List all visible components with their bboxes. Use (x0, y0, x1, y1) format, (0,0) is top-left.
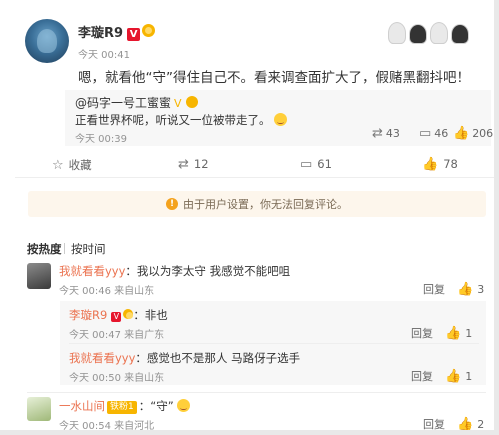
window-edge (0, 430, 499, 435)
star-icon: ☆ (52, 157, 64, 173)
like-icon: 👍 (453, 126, 470, 141)
like-icon: 👍 (422, 156, 439, 172)
comment-like-count: 2 (477, 417, 485, 431)
divider (27, 392, 486, 393)
commenter-avatar[interactable] (27, 263, 51, 289)
comment-button[interactable]: ▭ 61 (300, 157, 332, 171)
quoted-text: 正看世界杯呢，听说又一位被带走了。 (75, 112, 287, 128)
reply-time: 今天 00:47 来自广东 (69, 330, 165, 341)
comment-like-button[interactable]: 👍 2 (457, 418, 484, 431)
comment-text: ：我以为李太守 我感觉不能吧咀 (125, 264, 291, 278)
emoji-icon (273, 113, 287, 126)
comment-like-button[interactable]: 👍 3 (457, 283, 484, 296)
warning-icon: ! (166, 198, 178, 210)
reply-button[interactable]: 回复 (411, 368, 433, 384)
favorite-button[interactable]: ☆ 收藏 (52, 157, 92, 173)
comment-count: 61 (317, 157, 332, 171)
tab-sort-by-time[interactable]: 按时间 (71, 241, 106, 257)
medal-icon (123, 309, 134, 319)
notice-text: 由于用户设置，你无法回复评论。 (183, 198, 348, 211)
quoted-time[interactable]: 今天 00:39 (75, 130, 127, 145)
author-avatar[interactable] (25, 19, 69, 63)
quoted-text-content: 正看世界杯呢，听说又一位被带走了。 (75, 113, 271, 127)
post-author[interactable]: 李璇R9 V (78, 22, 156, 41)
comment-icon: ▭ (419, 126, 432, 141)
reply-text: ：感觉也不是那人 马路伢子选手 (135, 351, 301, 365)
medal-icon (142, 24, 156, 37)
like-count: 78 (443, 157, 458, 171)
weibo-post-page: 李璇R9 V 今天 00:41 嗯，就看他“守”得住自己不。看来调查面扩大了，假赌… (0, 0, 499, 435)
comment-item: 我就看看yyy：我以为李太守 我感觉不能吧咀 (59, 263, 290, 279)
reply-item: 我就看看yyy：感觉也不是那人 马路伢子选手 (69, 350, 300, 366)
medal-icon (186, 96, 199, 108)
comment-like-count: 3 (477, 282, 485, 296)
header-decoration-image (388, 14, 472, 44)
reply-button[interactable]: 回复 (423, 281, 445, 297)
reply-button[interactable]: 回复 (411, 325, 433, 341)
comment-time: 今天 00:46 来自山东 (59, 286, 155, 297)
quoted-like-button[interactable]: 👍 206 (453, 127, 493, 140)
comment-text: ：“守” (138, 399, 174, 413)
repost-icon: ⇄ (178, 156, 189, 172)
reply-like-button[interactable]: 👍 1 (445, 327, 472, 340)
repost-button[interactable]: ⇄ 12 (178, 157, 209, 171)
reply-disabled-notice: ! 由于用户设置，你无法回复评论。 (28, 191, 486, 217)
like-icon: 👍 (445, 325, 462, 341)
divider (69, 343, 479, 344)
verified-icon: V (174, 97, 182, 110)
commenter-name[interactable]: 我就看看yyy (59, 264, 125, 278)
quoted-repost-count: 43 (385, 127, 400, 140)
like-button[interactable]: 👍 78 (422, 157, 458, 171)
reply-actions: 回复 👍 1 (411, 368, 472, 384)
quoted-post[interactable]: @码字一号工蜜蜜 V 正看世界杯呢，听说又一位被带走了。 今天 00:39 ⇄ 43… (65, 90, 493, 146)
repost-icon: ⇄ (372, 126, 383, 141)
divider (15, 177, 499, 178)
quoted-repost-button[interactable]: ⇄ 43 (372, 127, 400, 140)
post-author-name[interactable]: 李璇R9 (78, 26, 123, 41)
comment-actions: 回复 👍 3 (423, 281, 484, 297)
like-icon: 👍 (457, 416, 474, 432)
quoted-comment-button[interactable]: ▭ 46 (419, 127, 448, 140)
comment-item: 一水山间 铁粉1 ：“守” (59, 398, 190, 414)
verified-icon: V (111, 312, 122, 322)
verified-icon: V (127, 28, 141, 41)
emoji-icon (176, 399, 190, 412)
comment-icon: ▭ (300, 156, 313, 172)
replier-name[interactable]: 李璇R9 (69, 308, 107, 322)
tab-sort-by-hot[interactable]: 按热度 (27, 241, 62, 257)
post-time[interactable]: 今天 00:41 (78, 46, 130, 61)
quoted-comment-count: 46 (434, 127, 449, 140)
reply-actions: 回复 👍 1 (411, 325, 472, 341)
reply-text: ：非也 (133, 308, 168, 322)
quoted-author-name[interactable]: @码字一号工蜜蜜 (75, 96, 171, 110)
divider (64, 243, 65, 254)
like-icon: 👍 (445, 368, 462, 384)
reply-like-count: 1 (465, 369, 473, 383)
like-icon: 👍 (457, 281, 474, 297)
quoted-like-count: 206 (472, 127, 494, 140)
fan-level-badge: 铁粉1 (107, 401, 137, 414)
reply-like-button[interactable]: 👍 1 (445, 370, 472, 383)
reply-time: 今天 00:50 来自山东 (69, 373, 165, 384)
window-edge (494, 0, 499, 435)
post-text: 嗯，就看他“守”得住自己不。看来调查面扩大了，假赌黑翻抖吧！ (78, 70, 470, 86)
quoted-author[interactable]: @码字一号工蜜蜜 V (75, 94, 199, 111)
favorite-label: 收藏 (68, 158, 92, 172)
reply-item: 李璇R9 V ：非也 (69, 307, 168, 323)
repost-count: 12 (193, 157, 209, 171)
replier-name[interactable]: 我就看看yyy (69, 351, 135, 365)
reply-like-count: 1 (465, 326, 473, 340)
commenter-avatar[interactable] (27, 397, 51, 421)
commenter-name[interactable]: 一水山间 (59, 399, 105, 413)
